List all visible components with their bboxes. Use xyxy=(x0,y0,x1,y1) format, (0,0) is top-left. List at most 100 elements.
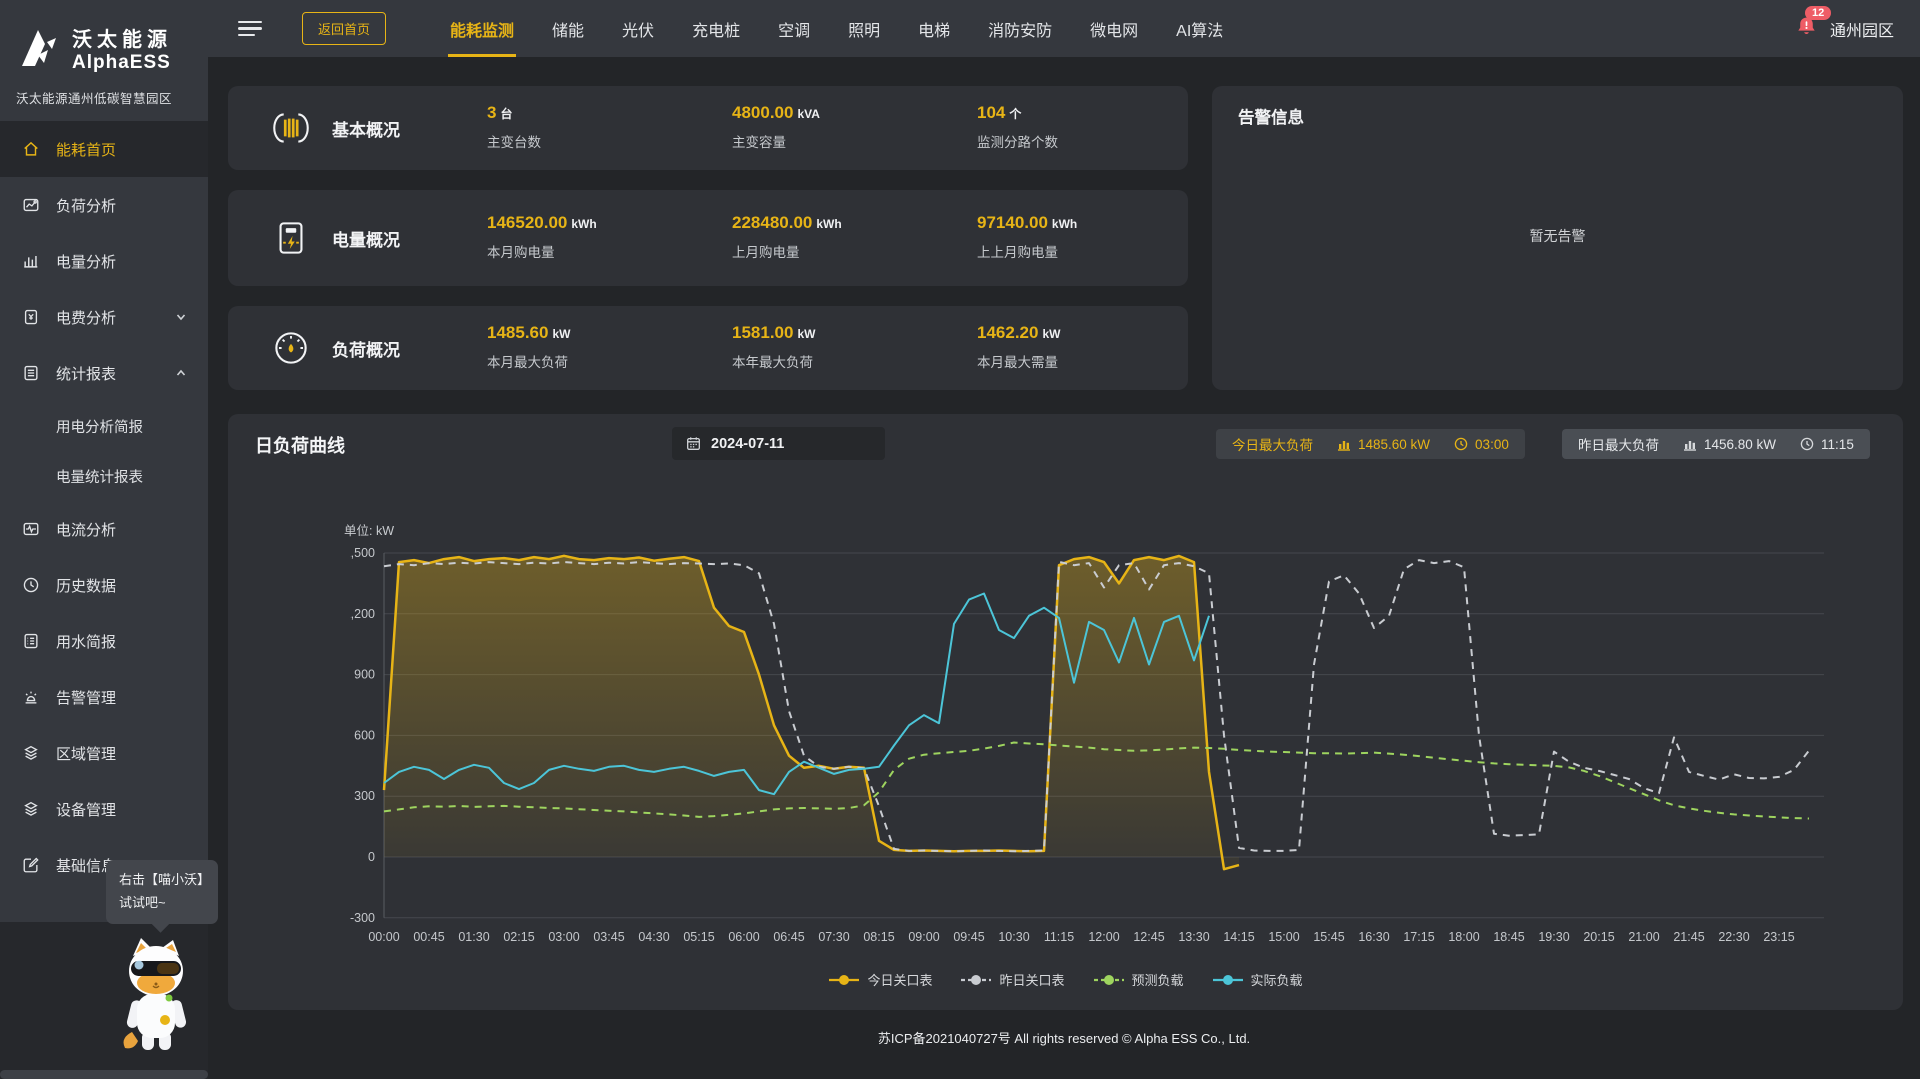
yesterday-max-time: 11:15 xyxy=(1821,437,1854,452)
list-icon xyxy=(22,632,40,650)
stat-unit: kW xyxy=(797,327,815,341)
svg-text:11:15: 11:15 xyxy=(1044,930,1074,944)
tab-lighting[interactable]: 照明 xyxy=(846,0,882,57)
card-title: 基本概况 xyxy=(332,116,400,141)
tab-charger[interactable]: 充电桩 xyxy=(690,0,742,57)
siren-icon xyxy=(22,688,40,706)
svg-text:00:00: 00:00 xyxy=(368,930,399,944)
notification-bell[interactable]: 12 xyxy=(1795,15,1818,43)
svg-text:12:00: 12:00 xyxy=(1088,930,1119,944)
sidebar-item-water-brief[interactable]: 用水简报 xyxy=(0,613,208,669)
svg-text:15:45: 15:45 xyxy=(1313,930,1344,944)
svg-text:00:45: 00:45 xyxy=(413,930,444,944)
svg-text:16:30: 16:30 xyxy=(1358,930,1389,944)
stat-unit: kWh xyxy=(571,217,596,231)
sidebar-item-history-data[interactable]: 历史数据 xyxy=(0,557,208,613)
tab-pv[interactable]: 光伏 xyxy=(620,0,656,57)
stat-label: 主变台数 xyxy=(487,131,541,151)
selected-date: 2024-07-11 xyxy=(711,436,784,452)
sidebar-item-label: 告警管理 xyxy=(56,687,116,708)
sidebar-item-label: 负荷分析 xyxy=(56,195,116,216)
sidebar-subitem-energy-report[interactable]: 电量统计报表 xyxy=(0,451,208,501)
legend-item-1[interactable]: 昨日关口表 xyxy=(960,970,1064,989)
legend-item-0[interactable]: 今日关口表 xyxy=(828,970,932,989)
mascot-cat[interactable] xyxy=(112,936,200,1059)
svg-text:08:15: 08:15 xyxy=(863,930,894,944)
tab-energy-monitor[interactable]: 能耗监测 xyxy=(448,0,516,57)
brand-name-cn: 沃太能源 xyxy=(72,23,172,52)
svg-text:09:45: 09:45 xyxy=(953,930,984,944)
daily-load-curve-panel: 日负荷曲线 2024-07-11 今日最大负荷 1485.60 kW 03:00… xyxy=(228,414,1903,1010)
today-max-time: 03:00 xyxy=(1475,437,1509,452)
load-overview-card: 负荷概况 1485.60kW本月最大负荷 1581.00kW本年最大负荷 146… xyxy=(228,306,1188,390)
energy-overview-card: 电量概况 146520.00kWh本月购电量 228480.00kWh上月购电量… xyxy=(228,190,1188,286)
svg-text:09:00: 09:00 xyxy=(908,930,939,944)
horizontal-scrollbar[interactable] xyxy=(0,1070,208,1079)
card-title: 电量概况 xyxy=(332,226,400,251)
sidebar-subitem-label: 电量统计报表 xyxy=(56,466,143,487)
stat-value: 97140.00 xyxy=(977,213,1048,232)
sidebar-item-current-analysis[interactable]: 电流分析 xyxy=(0,501,208,557)
legend-item-2[interactable]: 预测负载 xyxy=(1093,970,1184,989)
stat-unit: kW xyxy=(552,327,570,341)
stat-label: 上月购电量 xyxy=(732,241,842,261)
tab-elevator[interactable]: 电梯 xyxy=(916,0,952,57)
stat-label: 上上月购电量 xyxy=(977,241,1077,261)
stat-unit: 台 xyxy=(500,107,512,121)
today-max-load-badge: 今日最大负荷 1485.60 kW 03:00 xyxy=(1216,429,1525,459)
tab-microgrid[interactable]: 微电网 xyxy=(1088,0,1140,57)
sidebar-item-energy-home[interactable]: 能耗首页 xyxy=(0,121,208,177)
svg-text:02:15: 02:15 xyxy=(503,930,534,944)
stat-unit: kW xyxy=(1042,327,1060,341)
tab-storage[interactable]: 储能 xyxy=(550,0,586,57)
svg-text:15:00: 15:00 xyxy=(1268,930,1299,944)
sidebar-item-label: 能耗首页 xyxy=(56,139,116,160)
date-picker[interactable]: 2024-07-11 xyxy=(672,427,885,460)
sidebar-item-device-manage[interactable]: 设备管理 xyxy=(0,781,208,837)
svg-text:03:00: 03:00 xyxy=(548,930,579,944)
sidebar-item-label: 统计报表 xyxy=(56,363,116,384)
menu-collapse-icon[interactable] xyxy=(238,21,262,37)
svg-text:300: 300 xyxy=(354,789,375,803)
notification-count-badge: 12 xyxy=(1805,6,1831,20)
sidebar-item-label: 电量分析 xyxy=(56,251,116,272)
stat-unit: kVA xyxy=(797,107,819,121)
svg-text:0: 0 xyxy=(368,850,375,864)
mascot-tooltip-line1: 右击【喵小沃】 xyxy=(119,869,205,892)
bar-chart-mini-icon xyxy=(1683,438,1697,451)
tab-hvac[interactable]: 空调 xyxy=(776,0,812,57)
svg-text:-300: -300 xyxy=(350,911,375,925)
load-curve-chart[interactable]: 1,5001,2009006003000-30000:0000:4501:300… xyxy=(350,520,1850,970)
sidebar-item-report[interactable]: 统计报表 xyxy=(0,345,208,401)
sidebar-item-energy-analysis[interactable]: 电量分析 xyxy=(0,233,208,289)
svg-text:12:45: 12:45 xyxy=(1133,930,1164,944)
stat-value: 1581.00 xyxy=(732,323,793,342)
sidebar-item-region-manage[interactable]: 区域管理 xyxy=(0,725,208,781)
home-icon xyxy=(22,140,40,158)
legend-item-3[interactable]: 实际负载 xyxy=(1212,970,1303,989)
brand-logo: 沃太能源 AlphaESS xyxy=(0,0,208,80)
sidebar-item-load-analysis[interactable]: 负荷分析 xyxy=(0,177,208,233)
stat-value: 104 xyxy=(977,103,1005,122)
stat-unit: 个 xyxy=(1009,107,1021,121)
sidebar-subitem-usage-brief[interactable]: 用电分析简报 xyxy=(0,401,208,451)
curve-panel-title: 日负荷曲线 xyxy=(255,432,345,458)
back-home-button[interactable]: 返回首页 xyxy=(302,12,386,45)
card-title: 负荷概况 xyxy=(332,336,400,361)
mascot-tooltip: 右击【喵小沃】 试试吧~ xyxy=(106,860,218,924)
alarm-panel-title: 告警信息 xyxy=(1238,104,1304,128)
stat-label: 本月购电量 xyxy=(487,241,597,261)
sidebar-item-fee-analysis[interactable]: 电费分析 xyxy=(0,289,208,345)
svg-text:20:15: 20:15 xyxy=(1583,930,1614,944)
footer-copyright: 苏ICP备2021040727号 All rights reserved © A… xyxy=(208,1028,1920,1047)
current-park-name[interactable]: 通州园区 xyxy=(1830,17,1894,41)
sidebar-item-alarm-manage[interactable]: 告警管理 xyxy=(0,669,208,725)
sidebar-item-label: 设备管理 xyxy=(56,799,116,820)
bar-chart-mini-icon xyxy=(1337,438,1351,451)
sidebar-item-label: 用水简报 xyxy=(56,631,116,652)
svg-text:13:30: 13:30 xyxy=(1178,930,1209,944)
stat-value: 228480.00 xyxy=(732,213,812,232)
tab-ai[interactable]: AI算法 xyxy=(1174,0,1225,57)
tab-fire-security[interactable]: 消防安防 xyxy=(986,0,1054,57)
svg-text:06:00: 06:00 xyxy=(728,930,759,944)
